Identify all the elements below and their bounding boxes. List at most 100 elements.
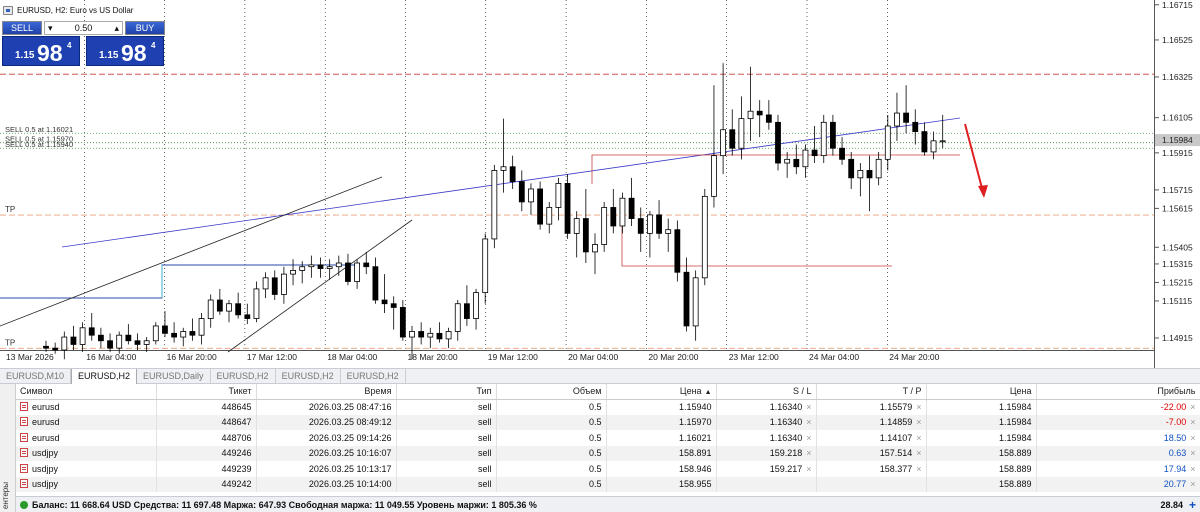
cell-value: sell <box>477 402 492 412</box>
remove-level-icon[interactable]: × <box>916 402 921 412</box>
close-position-icon[interactable]: × <box>1190 433 1195 443</box>
column-header[interactable]: Объем <box>496 384 607 400</box>
remove-level-icon[interactable]: × <box>806 417 811 427</box>
chart-title: EURUSD, H2: Euro vs US Dollar <box>3 6 133 15</box>
remove-level-icon[interactable]: × <box>916 417 921 427</box>
chart-area[interactable]: 13 Mar 2026 16 Mar 04:00 16 Mar 20:00 17 Ma… <box>0 0 1200 368</box>
chart-tab[interactable]: EURUSD,H2 <box>71 369 138 384</box>
cell-value: 158.955 <box>678 479 712 490</box>
table-cell: 1.16340 × <box>716 399 817 415</box>
remove-level-icon[interactable]: × <box>916 464 921 474</box>
cell-value: 18.50 <box>1163 432 1187 443</box>
sell-button[interactable]: SELL <box>2 21 42 35</box>
column-header[interactable]: Тикет <box>156 384 257 400</box>
table-cell: 1.16340 × <box>716 430 817 446</box>
candle-bullish <box>79 327 86 345</box>
candle-bullish <box>180 331 187 338</box>
cell-value: 0.5 <box>588 417 602 428</box>
candle-bearish <box>418 331 425 338</box>
lot-size-stepper[interactable]: ▾ 0.50 ▴ <box>44 21 123 35</box>
candle-bullish <box>326 266 333 269</box>
remove-level-icon[interactable]: × <box>916 448 921 458</box>
remove-level-icon[interactable]: × <box>806 448 811 458</box>
column-header[interactable]: Символ <box>16 384 157 400</box>
buy-button[interactable]: BUY <box>125 21 165 35</box>
sell-price-pips: 98 <box>37 40 63 66</box>
price-chart[interactable]: 13 Mar 2026 16 Mar 04:00 16 Mar 20:00 17 Ma… <box>0 0 1200 368</box>
candle-bearish <box>363 262 370 268</box>
lot-up-icon[interactable]: ▴ <box>114 23 119 34</box>
remove-level-icon[interactable]: × <box>806 402 811 412</box>
sell-price-box[interactable]: 1.15 98 4 <box>2 36 80 66</box>
candle-bearish <box>765 114 772 123</box>
cell-value: 158.889 <box>998 479 1032 490</box>
candle-bearish <box>390 303 397 308</box>
lot-value[interactable]: 0.50 <box>75 23 93 33</box>
table-row[interactable]: usdjpy 449239 2026.03.25 10:13:17 sell 0.5 15… <box>16 461 1200 477</box>
column-header[interactable]: T / P <box>816 384 927 400</box>
lot-down-icon[interactable]: ▾ <box>48 23 53 34</box>
buy-price-point: 4 <box>151 41 156 50</box>
table-cell: 158.889 <box>926 461 1037 477</box>
column-header[interactable]: Цена ▲ <box>606 384 717 400</box>
candle-bearish <box>345 262 351 282</box>
close-position-icon[interactable]: × <box>1190 464 1195 474</box>
table-cell: 0.5 <box>496 414 607 430</box>
cell-value: 158.889 <box>998 448 1032 459</box>
table-row[interactable]: eurusd 448645 2026.03.25 08:47:16 sell 0.5 1.… <box>16 399 1200 415</box>
table-row[interactable]: eurusd 448706 2026.03.25 09:14:26 sell 0.5 1.… <box>16 430 1200 446</box>
chart-tab[interactable]: EURUSD,H2 <box>211 369 276 384</box>
remove-level-icon[interactable]: × <box>806 464 811 474</box>
buy-price-box[interactable]: 1.15 98 4 <box>86 36 164 66</box>
close-position-icon[interactable]: × <box>1190 448 1195 458</box>
cell-value: -7.00 <box>1165 417 1187 428</box>
candle-bullish <box>857 170 864 179</box>
price-axis-border <box>1154 0 1155 368</box>
table-cell: 448645 <box>156 399 257 415</box>
candle-bearish <box>88 327 95 336</box>
chart-tab[interactable]: EURUSD,M10 <box>0 369 72 384</box>
chart-tabs: EURUSD,M10 EURUSD,H2 EURUSD,Daily EURUSD,H2… <box>0 368 1200 384</box>
remove-level-icon[interactable]: × <box>916 433 921 443</box>
table-cell: sell <box>396 430 497 446</box>
column-header[interactable]: Тип <box>396 384 497 400</box>
cell-value: 159.217 <box>769 463 803 474</box>
table-row[interactable]: usdjpy 449246 2026.03.25 10:16:07 sell 0.5 15… <box>16 445 1200 461</box>
sell-price-prefix: 1.15 <box>15 50 35 61</box>
add-icon[interactable]: + <box>1189 498 1196 512</box>
table-row[interactable]: eurusd 448647 2026.03.25 08:49:12 sell 0.5 1.… <box>16 414 1200 430</box>
column-header[interactable]: S / L <box>716 384 817 400</box>
candle-bearish <box>564 183 571 234</box>
candle-bullish <box>692 277 699 327</box>
cell-value: sell <box>477 417 492 428</box>
table-cell: 158.946 <box>606 461 717 477</box>
column-header[interactable]: Прибыль <box>1036 384 1200 400</box>
chart-tab[interactable]: EURUSD,H2 <box>276 369 341 384</box>
close-position-icon[interactable]: × <box>1190 402 1195 412</box>
chart-tab[interactable]: EURUSD,Daily <box>137 369 211 384</box>
column-header[interactable]: Время <box>256 384 397 400</box>
candle-bullish <box>473 292 479 319</box>
close-position-icon[interactable]: × <box>1190 479 1195 489</box>
close-position-icon[interactable]: × <box>1190 417 1195 427</box>
price-tick-label: 1.14915 <box>1162 333 1193 343</box>
cell-value: 449242 <box>221 479 252 490</box>
buy-price-prefix: 1.15 <box>99 50 119 61</box>
chart-tab[interactable]: EURUSD,H2 <box>341 369 406 384</box>
remove-level-icon[interactable]: × <box>806 433 811 443</box>
candle-bullish <box>299 266 306 271</box>
cell-value: 1.15579 <box>879 402 913 412</box>
table-cell: 1.15984 <box>926 399 1037 415</box>
side-tab-label: ентеры <box>1 481 10 509</box>
table-cell: usdjpy <box>16 476 157 492</box>
table-cell: eurusd <box>16 399 157 415</box>
column-header[interactable]: Цена <box>926 384 1037 400</box>
table-cell: 0.5 <box>496 461 607 477</box>
cell-value: 2026.03.25 10:14:00 <box>308 479 392 490</box>
table-cell: 158.889 <box>926 445 1037 461</box>
toolbox-side-tab[interactable]: ентеры <box>0 384 16 512</box>
candle-bullish <box>427 332 434 338</box>
column-header-label: Тип <box>476 386 492 397</box>
table-cell: 1.15984 <box>926 430 1037 446</box>
table-row[interactable]: usdjpy 449242 2026.03.25 10:14:00 sell 0.5 15… <box>16 476 1200 492</box>
